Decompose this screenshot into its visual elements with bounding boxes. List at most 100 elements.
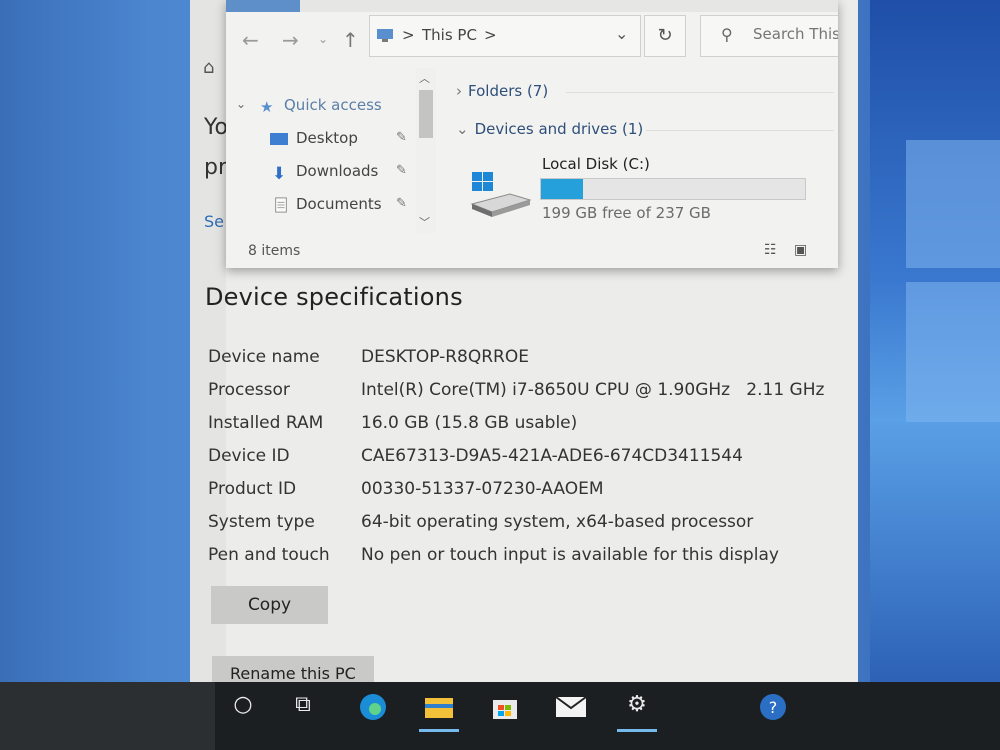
group-label: Devices and drives (1) bbox=[474, 120, 644, 138]
spec-row-device-name: Device name DESKTOP-R8QRROE bbox=[208, 347, 848, 375]
forward-arrow-icon[interactable]: → bbox=[282, 28, 299, 52]
file-explorer-icon[interactable] bbox=[411, 682, 467, 732]
cortana-circle-icon[interactable]: ○ bbox=[215, 682, 271, 732]
spec-label: Product ID bbox=[208, 479, 297, 499]
spec-row-pen-and-touch: Pen and touch No pen or touch input is a… bbox=[208, 545, 848, 573]
nav-item-desktop[interactable]: Desktop ✎ bbox=[226, 129, 426, 155]
nav-item-documents[interactable]: Documents ✎ bbox=[226, 195, 426, 221]
address-bar[interactable]: > This PC > ⌄ bbox=[369, 15, 641, 57]
windows-logo-pane bbox=[906, 282, 1000, 422]
help-icon[interactable]: ? bbox=[745, 682, 801, 732]
breadcrumb-this-pc[interactable]: This PC bbox=[422, 26, 477, 44]
documents-icon bbox=[275, 197, 287, 213]
edge-icon[interactable] bbox=[345, 682, 401, 732]
nav-pane-scrollbar[interactable]: ︿ ﹀ bbox=[416, 68, 436, 233]
copy-button[interactable]: Copy bbox=[211, 586, 328, 624]
svg-text:?: ? bbox=[769, 698, 778, 717]
expanded-chevron-icon: ⌄ bbox=[456, 120, 469, 138]
navigation-bar: ← → ⌄ ↑ > This PC > ⌄ ↻ ⚲ bbox=[226, 14, 838, 64]
collapsed-chevron-icon: › bbox=[456, 82, 462, 100]
group-label: Folders (7) bbox=[468, 82, 549, 100]
nav-item-label: Documents bbox=[296, 195, 382, 213]
spec-row-processor: Processor Intel(R) Core(TM) i7-8650U CPU… bbox=[208, 380, 848, 408]
download-arrow-icon: ⬇ bbox=[272, 164, 287, 184]
refresh-icon[interactable]: ↻ bbox=[644, 15, 686, 57]
group-header-devices[interactable]: ⌄ Devices and drives (1) bbox=[456, 120, 643, 138]
divider bbox=[566, 92, 834, 93]
nav-item-label: Quick access bbox=[284, 96, 382, 114]
pin-icon: ✎ bbox=[396, 163, 407, 178]
breadcrumb-separator[interactable]: > bbox=[402, 26, 415, 44]
address-dropdown-chevron-icon[interactable]: ⌄ bbox=[615, 24, 628, 43]
spec-value: 16.0 GB (15.8 GB usable) bbox=[361, 413, 578, 433]
active-app-indicator bbox=[419, 729, 459, 732]
search-box[interactable]: ⚲ bbox=[700, 15, 838, 57]
spec-row-system-type: System type 64-bit operating system, x64… bbox=[208, 512, 848, 540]
spec-value: No pen or touch input is available for t… bbox=[361, 545, 779, 565]
pin-icon: ✎ bbox=[396, 130, 407, 145]
star-icon: ★ bbox=[260, 98, 274, 116]
content-pane: › Folders (7) ⌄ Devices and drives (1) Loc… bbox=[446, 66, 838, 236]
group-header-folders[interactable]: › Folders (7) bbox=[456, 82, 548, 100]
spec-row-installed-ram: Installed RAM 16.0 GB (15.8 GB usable) bbox=[208, 413, 848, 441]
expand-chevron-icon[interactable]: ⌄ bbox=[236, 97, 246, 111]
taskbar-search-area bbox=[0, 682, 215, 750]
nav-item-label: Downloads bbox=[296, 162, 379, 180]
partial-heading-line: Yo bbox=[204, 115, 228, 140]
scroll-down-chevron-icon[interactable]: ﹀ bbox=[419, 214, 430, 230]
partial-heading-line: pr bbox=[204, 155, 228, 180]
large-icons-view-icon[interactable]: ▣ bbox=[794, 242, 816, 260]
recent-locations-chevron-icon[interactable]: ⌄ bbox=[318, 32, 328, 46]
spec-value: 64-bit operating system, x64-based proce… bbox=[361, 512, 754, 532]
spec-label: Installed RAM bbox=[208, 413, 324, 433]
spec-value: DESKTOP-R8QRROE bbox=[361, 347, 529, 367]
spec-value: Intel(R) Core(TM) i7-8650U CPU @ 1.90GHz… bbox=[361, 380, 825, 400]
spec-label: Device name bbox=[208, 347, 320, 367]
drive-usage-fill bbox=[541, 179, 584, 199]
tab-file[interactable] bbox=[226, 0, 300, 12]
spec-value: 00330-51337-07230-AAOEM bbox=[361, 479, 604, 499]
mail-icon[interactable] bbox=[543, 682, 599, 732]
status-bar: 8 items ☷ ▣ bbox=[226, 236, 838, 268]
ribbon-tabs bbox=[226, 0, 838, 12]
spec-row-product-id: Product ID 00330-51337-07230-AAOEM bbox=[208, 479, 848, 507]
spec-row-device-id: Device ID CAE67313-D9A5-421A-ADE6-674CD3… bbox=[208, 446, 848, 474]
nav-item-quick-access[interactable]: ⌄ ★ Quick access bbox=[226, 96, 426, 122]
spec-value: CAE67313-D9A5-421A-ADE6-674CD3411544 bbox=[361, 446, 743, 466]
item-count: 8 items bbox=[248, 243, 301, 259]
scroll-up-chevron-icon[interactable]: ︿ bbox=[419, 70, 430, 86]
search-icon: ⚲ bbox=[721, 25, 733, 44]
drive-free-space: 199 GB free of 237 GB bbox=[542, 204, 711, 222]
windows-logo-pane bbox=[906, 140, 1000, 268]
nav-item-label: Desktop bbox=[296, 129, 358, 147]
spec-label: Pen and touch bbox=[208, 545, 330, 565]
navigation-pane: ⌄ ★ Quick access Desktop ✎ ⬇ Downloads ✎… bbox=[226, 66, 438, 234]
search-input[interactable] bbox=[751, 24, 838, 44]
drive-usage-bar bbox=[540, 178, 806, 200]
nav-item-downloads[interactable]: ⬇ Downloads ✎ bbox=[226, 162, 426, 188]
scroll-thumb[interactable] bbox=[419, 90, 433, 138]
active-app-indicator bbox=[617, 729, 657, 732]
microsoft-store-icon[interactable] bbox=[477, 682, 533, 732]
desktop-background bbox=[870, 0, 1000, 700]
desktop-folder-icon bbox=[270, 133, 288, 145]
spec-label: System type bbox=[208, 512, 315, 532]
pin-icon: ✎ bbox=[396, 196, 407, 211]
windows-drive-icon[interactable] bbox=[470, 170, 532, 218]
file-explorer-window: ← → ⌄ ↑ > This PC > ⌄ ↻ ⚲ ⌄ ★ Quick acce… bbox=[226, 0, 838, 268]
device-specifications-title: Device specifications bbox=[205, 283, 463, 311]
details-view-icon[interactable]: ☷ bbox=[764, 242, 786, 260]
breadcrumb-separator[interactable]: > bbox=[484, 26, 497, 44]
taskbar: ○ ⧉ ⚙ ? bbox=[0, 682, 1000, 750]
partial-link[interactable]: Se bbox=[204, 212, 224, 231]
divider bbox=[646, 130, 834, 131]
home-icon[interactable]: ⌂ bbox=[203, 57, 223, 78]
task-view-icon[interactable]: ⧉ bbox=[275, 682, 331, 732]
spec-label: Device ID bbox=[208, 446, 290, 466]
settings-gear-icon[interactable]: ⚙ bbox=[609, 682, 665, 732]
spec-label: Processor bbox=[208, 380, 290, 400]
up-arrow-icon[interactable]: ↑ bbox=[342, 28, 359, 52]
drive-name[interactable]: Local Disk (C:) bbox=[542, 155, 650, 173]
this-pc-icon bbox=[377, 29, 393, 42]
back-arrow-icon[interactable]: ← bbox=[242, 28, 259, 52]
